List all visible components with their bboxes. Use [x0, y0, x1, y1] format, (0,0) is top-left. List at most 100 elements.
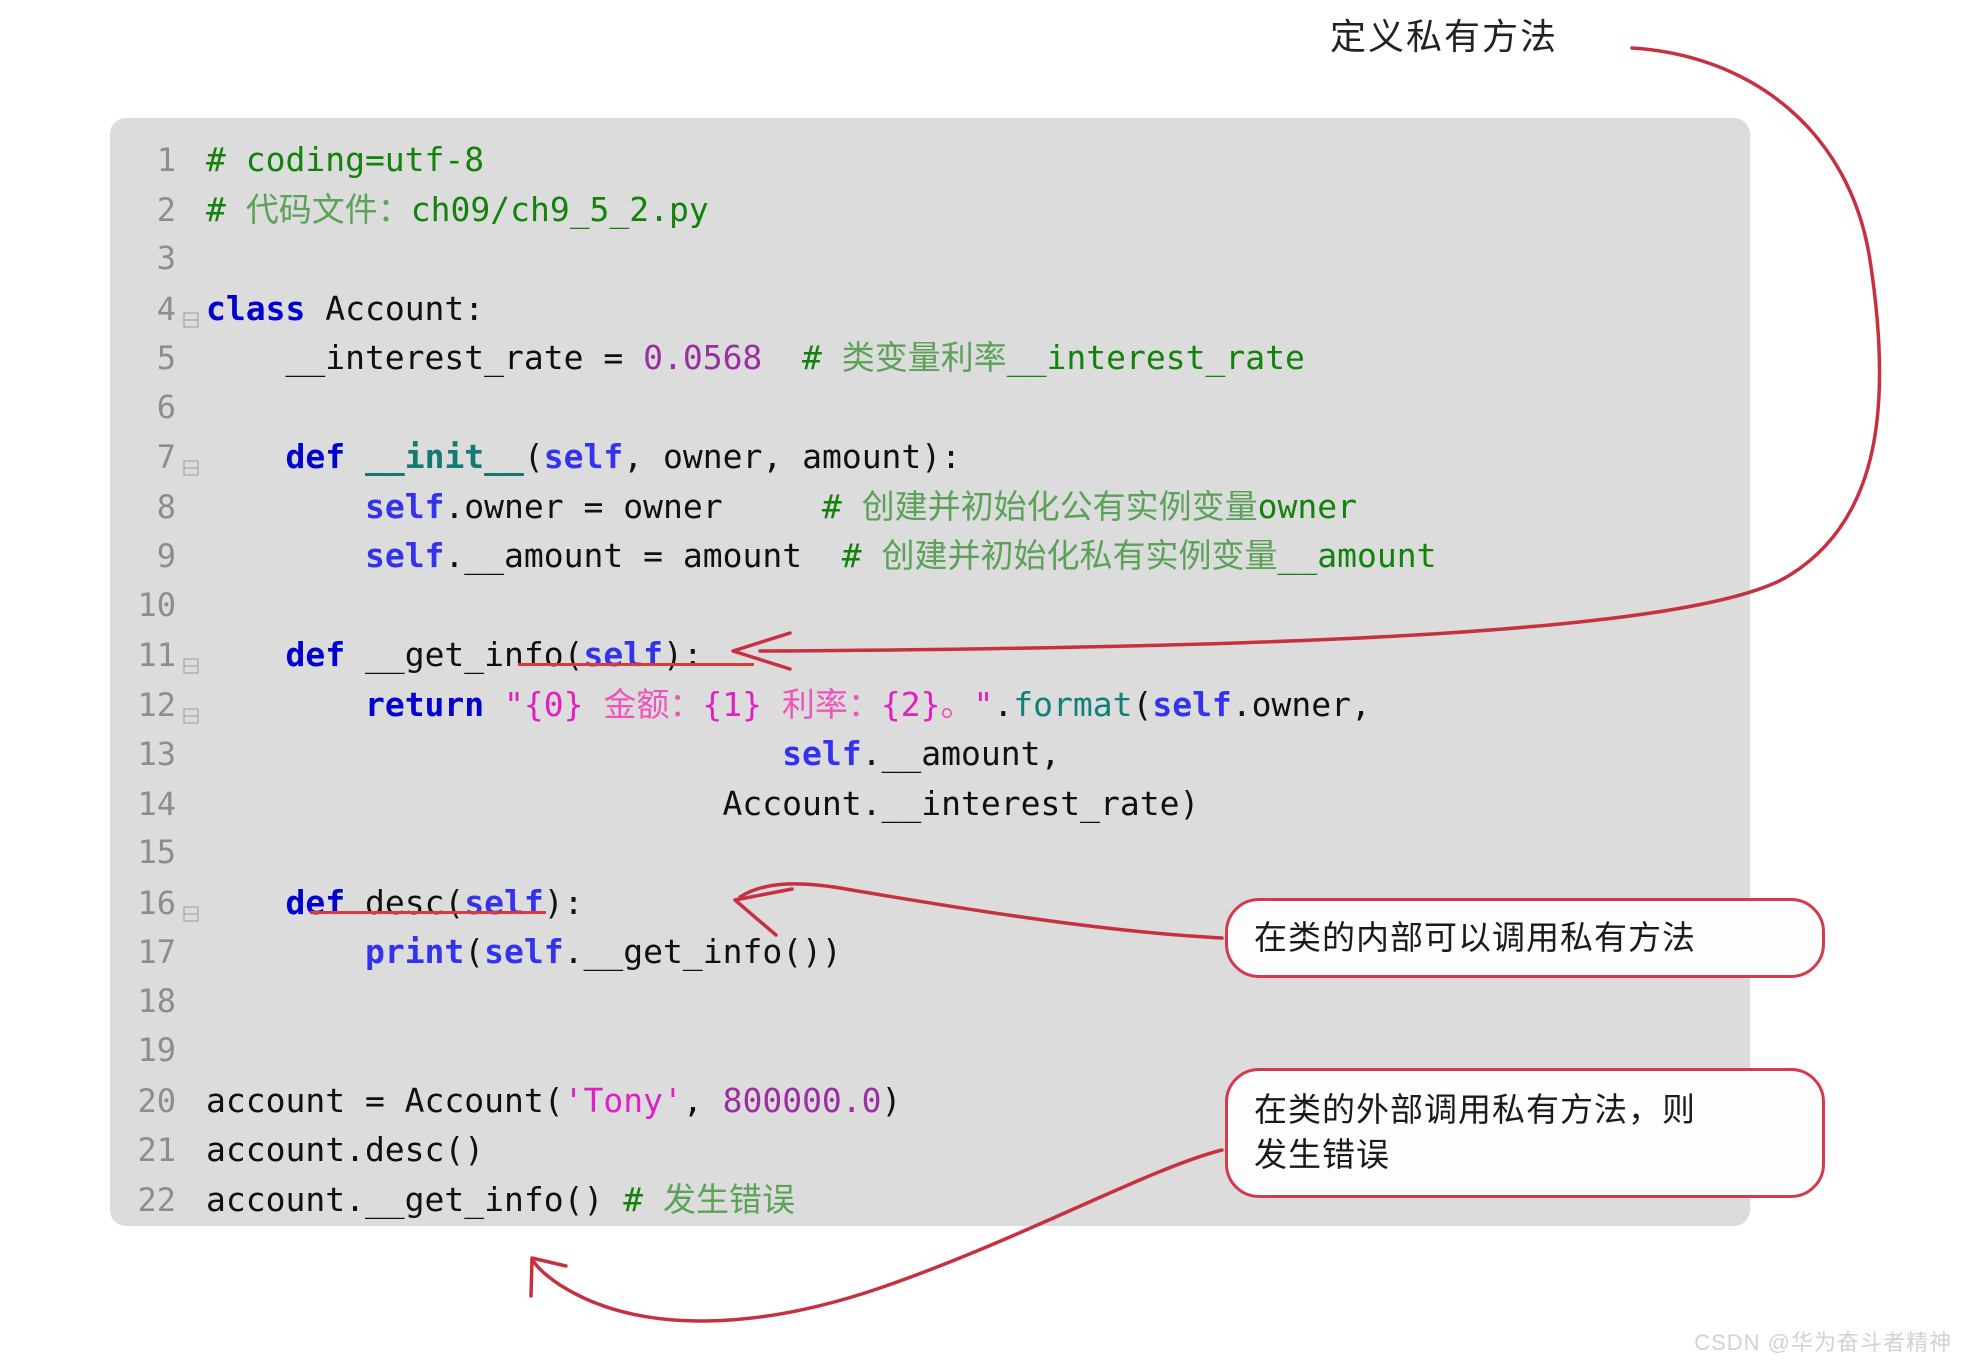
- code-token: (: [464, 932, 485, 971]
- code-token: 创建并初始化私有实例变量: [881, 536, 1278, 575]
- code-line: 13 self.__amount,: [110, 729, 1750, 779]
- line-number: 17: [137, 933, 176, 971]
- code-token: __interest_rate: [1006, 338, 1305, 377]
- code-token: return: [364, 684, 485, 724]
- code-line: 2 # 代码文件：ch09/ch9_5_2.py: [110, 185, 1750, 235]
- code-line: 14 Account.__interest_rate): [110, 779, 1750, 829]
- line-number: 4: [156, 289, 176, 328]
- code-line: 3: [110, 234, 1750, 284]
- code-line: 9 self.__amount = amount # 创建并初始化私有实例变量_…: [110, 531, 1750, 581]
- line-number: 12: [137, 685, 176, 724]
- code-token: 类变量利率: [841, 338, 1007, 377]
- code-token: #: [802, 536, 882, 575]
- code-text: def __init__(self, owner, amount):: [206, 432, 1750, 482]
- code-token: self: [543, 437, 624, 476]
- line-number: 8: [156, 487, 176, 526]
- code-line: 1 # coding=utf-8: [110, 135, 1750, 185]
- code-token: (: [523, 437, 544, 476]
- code-token: Account.__interest_rate): [206, 783, 1200, 823]
- line-number: 9: [156, 537, 176, 575]
- top-annotation-label: 定义私有方法: [1330, 16, 1559, 57]
- code-token: account.desc(): [206, 1130, 485, 1169]
- code-line: 8 self.owner = owner # 创建并初始化公有实例变量owner: [110, 482, 1750, 532]
- code-text: Account.__interest_rate): [206, 779, 1750, 829]
- line-number: 13: [137, 735, 176, 773]
- code-token: #: [722, 486, 862, 526]
- line-number: 18: [137, 981, 176, 1020]
- code-token: 'Tony': [563, 1080, 683, 1120]
- code-token: __init__: [364, 437, 524, 476]
- code-token: ):: [663, 635, 703, 674]
- code-token: {2}: [880, 684, 941, 724]
- code-token: def: [285, 635, 346, 674]
- code-token: # coding=utf-8: [206, 140, 485, 179]
- callout-outer-text-line2: 发生错误: [1254, 1136, 1390, 1173]
- code-line: 10: [110, 581, 1750, 631]
- code-token: self: [484, 932, 564, 971]
- line-number: 7: [156, 438, 176, 476]
- code-token: {1}: [702, 684, 782, 724]
- code-token: .owner = owner: [444, 486, 723, 526]
- code-token: self: [464, 882, 544, 922]
- code-token: #: [623, 1179, 663, 1219]
- code-text: class Account:: [206, 284, 1750, 334]
- code-token: __interest_rate =: [206, 338, 644, 377]
- code-token: self: [583, 635, 663, 674]
- code-text: def __get_info(self):: [206, 630, 1750, 680]
- code-token: account = Account(: [206, 1080, 564, 1120]
- code-token: 0.0568: [643, 338, 763, 377]
- code-token: class: [206, 288, 306, 328]
- code-line: 11 def __get_info(self):: [110, 630, 1750, 680]
- code-token: self: [364, 536, 445, 575]
- code-token: __get_info(: [345, 635, 584, 674]
- code-token: self: [1152, 684, 1232, 724]
- code-token: ": [973, 684, 994, 724]
- callout-inner-usage: 在类的内部可以调用私有方法: [1225, 898, 1825, 978]
- line-number: 14: [137, 784, 176, 823]
- code-token: 创建并初始化公有实例变量: [861, 486, 1258, 526]
- code-token: 发生错误: [662, 1179, 795, 1219]
- code-token: ): [881, 1080, 902, 1120]
- line-number: 11: [137, 636, 176, 674]
- line-number: 21: [137, 1131, 176, 1169]
- code-token: 利率：: [781, 684, 881, 724]
- code-token: #: [762, 338, 842, 377]
- code-token: (: [1132, 684, 1153, 724]
- code-token: ):: [543, 882, 584, 922]
- code-token: .: [993, 684, 1014, 724]
- line-number: 6: [156, 387, 176, 426]
- code-panel: 1 # coding=utf-8 2 # 代码文件：ch09/ch9_5_2.py 3 4…: [110, 118, 1750, 1226]
- line-number: 3: [156, 239, 176, 277]
- code-text: # 代码文件：ch09/ch9_5_2.py: [206, 185, 1750, 235]
- code-token: self: [364, 486, 445, 526]
- code-token: def: [285, 882, 346, 922]
- code-token: , owner, amount):: [623, 437, 962, 476]
- code-token: account.__get_info(): [206, 1179, 624, 1219]
- code-token: ch09/ch9_5_2.py: [410, 189, 709, 229]
- arrow-outer-call-head: [529, 1256, 568, 1298]
- code-token: self: [782, 734, 862, 773]
- code-token: #: [206, 189, 246, 229]
- slide-canvas: 定义私有方法 1 # coding=utf-8 2 # 代码文件：ch09/ch9_5…: [0, 0, 1968, 1367]
- code-line: 4 class Account:: [110, 284, 1750, 334]
- code-line: 12 return "{0} 金额：{1} 利率：{2}。".format(se…: [110, 680, 1750, 730]
- code-token: 。: [940, 684, 974, 724]
- code-text: __interest_rate = 0.0568 # 类变量利率__intere…: [206, 333, 1750, 383]
- code-token: ,: [682, 1080, 723, 1120]
- code-token: 金额：: [603, 684, 703, 724]
- line-number: 1: [156, 141, 176, 179]
- code-token: .owner,: [1231, 684, 1371, 724]
- code-token: .__get_info()): [563, 932, 842, 971]
- code-token: print: [364, 932, 465, 971]
- line-number: 22: [137, 1180, 176, 1219]
- code-token: 800000.0: [722, 1080, 882, 1120]
- code-text: self.owner = owner # 创建并初始化公有实例变量owner: [206, 482, 1750, 532]
- code-token: .__amount = amount: [444, 536, 803, 575]
- callout-inner-text: 在类的内部可以调用私有方法: [1254, 918, 1696, 956]
- line-number: 5: [156, 339, 176, 377]
